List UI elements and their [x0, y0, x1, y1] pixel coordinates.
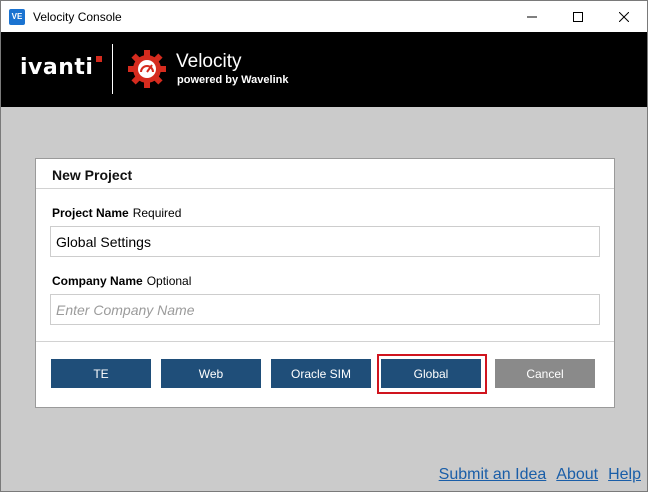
web-button[interactable]: Web [161, 359, 261, 388]
project-name-input[interactable] [50, 226, 600, 257]
dialog-title: New Project [52, 167, 133, 183]
company-name-label: Company Name Optional [52, 274, 191, 288]
oracle-sim-button[interactable]: Oracle SIM [271, 359, 371, 388]
new-project-dialog: New Project Project NameRequired Company… [35, 158, 615, 408]
ivanti-logo: ivanti [20, 55, 103, 80]
dialog-header: New Project [36, 159, 614, 189]
help-link[interactable]: Help [608, 466, 641, 484]
dialog-divider [36, 341, 614, 342]
app-icon: VE [9, 8, 25, 25]
velocity-gear-icon [128, 50, 166, 88]
company-name-input[interactable] [50, 294, 600, 325]
window-title: Velocity Console [33, 9, 122, 24]
close-button[interactable] [601, 1, 647, 32]
header-banner: ivanti Velocity powered by Wavelink [1, 32, 647, 107]
minimize-icon [527, 16, 537, 17]
project-name-label: Project Name Required [52, 206, 181, 220]
brand-name: ivanti [20, 55, 94, 80]
title-bar[interactable]: VE Velocity Console [1, 1, 647, 32]
window-controls [509, 1, 647, 32]
product-name: Velocity [176, 51, 242, 72]
global-button-highlight [377, 354, 487, 394]
company-name-label-text: Company Name [52, 274, 143, 288]
close-icon [619, 11, 629, 22]
app-window: VE Velocity Console ivanti Velocity powe… [0, 0, 648, 492]
cancel-button[interactable]: Cancel [495, 359, 595, 388]
footer-links: Submit an Idea About Help [439, 466, 641, 484]
company-name-hint: Optional [146, 274, 192, 288]
project-name-label-text: Project Name [52, 206, 129, 220]
maximize-button[interactable] [555, 1, 601, 32]
submit-idea-link[interactable]: Submit an Idea [439, 466, 547, 484]
minimize-button[interactable] [509, 1, 555, 32]
te-button[interactable]: TE [51, 359, 151, 388]
project-name-hint: Required [132, 206, 182, 220]
banner-divider [112, 44, 113, 94]
about-link[interactable]: About [556, 466, 598, 484]
product-tagline: powered by Wavelink [177, 74, 289, 86]
maximize-icon [573, 11, 583, 22]
logo-dot-icon [96, 56, 103, 62]
